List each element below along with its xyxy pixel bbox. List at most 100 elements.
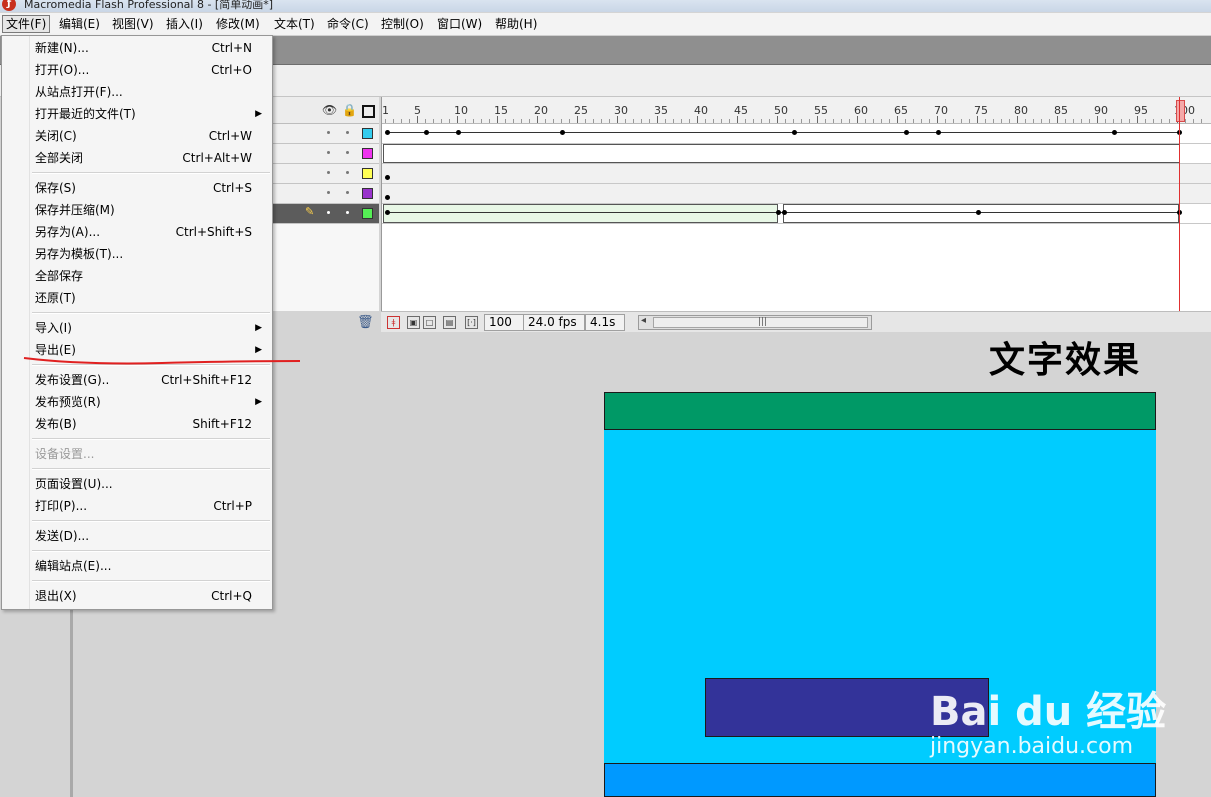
menu-item-exit[interactable]: 退出(X) Ctrl+Q [2, 585, 272, 607]
menu-item-save[interactable]: 保存(S) Ctrl+S [2, 177, 272, 199]
keyframe[interactable] [560, 130, 565, 135]
frame-rate-readout[interactable]: 24.0 fps [523, 314, 585, 331]
trash-icon[interactable]: 🗑 [357, 315, 374, 330]
menu-item-publish[interactable]: 发布(B) Shift+F12 [2, 413, 272, 435]
menu-item-revert[interactable]: 还原(T) [2, 287, 272, 309]
menu-item-publish-settings[interactable]: 发布设置(G).. Ctrl+Shift+F12 [2, 369, 272, 391]
keyframe[interactable] [1112, 130, 1117, 135]
timeline-scrollbar[interactable]: ◂ ||| [638, 315, 872, 330]
lock-dot[interactable] [346, 151, 349, 154]
lock-dot[interactable] [346, 191, 349, 194]
eye-icon[interactable]: 👁 [322, 103, 337, 117]
keyframe[interactable] [782, 210, 787, 215]
keyframe[interactable] [424, 130, 429, 135]
layer-color-swatch[interactable] [362, 148, 373, 159]
keyframe[interactable] [936, 130, 941, 135]
menu-item-close[interactable]: 关闭(C) Ctrl+W [2, 125, 272, 147]
menu-edit[interactable]: 编辑(E) [56, 16, 103, 32]
layer-row-selected[interactable]: ✎ [272, 204, 379, 224]
visibility-dot[interactable] [327, 131, 330, 134]
keyframe[interactable] [385, 175, 390, 180]
layer-color-swatch[interactable] [362, 168, 373, 179]
menu-separator [32, 172, 270, 174]
menu-text[interactable]: 文本(T) [271, 16, 318, 32]
keyframe[interactable] [776, 210, 781, 215]
menu-item-save-as-template[interactable]: 另存为模板(T)... [2, 243, 272, 265]
layer-row[interactable] [272, 144, 379, 164]
keyframe[interactable] [792, 130, 797, 135]
modify-onion-markers-icon[interactable]: [·] [465, 316, 478, 329]
ruler-tick [689, 119, 690, 123]
green-rectangle[interactable] [604, 392, 1156, 430]
menu-commands[interactable]: 命令(C) [324, 16, 372, 32]
keyframe[interactable] [904, 130, 909, 135]
menu-modify[interactable]: 修改(M) [213, 16, 263, 32]
frame-row[interactable] [382, 164, 1211, 184]
onion-skin-outline-icon[interactable]: □ [423, 316, 436, 329]
menu-view[interactable]: 视图(V) [109, 16, 157, 32]
menu-item-shortcut: Ctrl+P [213, 499, 252, 513]
playhead-handle[interactable] [1176, 100, 1185, 122]
menu-item-open-recent[interactable]: 打开最近的文件(T) ▶ [2, 103, 272, 125]
menu-item-open[interactable]: 打开(O)... Ctrl+O [2, 59, 272, 81]
timeline[interactable]: 1510152025303540455055606570758085909510… [381, 97, 1211, 311]
keyframe[interactable] [456, 130, 461, 135]
frame-row[interactable] [382, 204, 1211, 224]
frame-span[interactable] [383, 204, 778, 223]
frame-row[interactable] [382, 124, 1211, 144]
visibility-dot[interactable] [327, 171, 330, 174]
stage-title-text[interactable]: 文字效果 [989, 341, 1141, 381]
layer-row[interactable] [272, 164, 379, 184]
menu-item-publish-preview[interactable]: 发布预览(R) ▶ [2, 391, 272, 413]
visibility-dot[interactable] [327, 151, 330, 154]
menu-insert[interactable]: 插入(I) [163, 16, 206, 32]
frame-row[interactable] [382, 184, 1211, 204]
ruler-tick [881, 119, 882, 123]
menu-item-import[interactable]: 导入(I) ▶ [2, 317, 272, 339]
menu-item-label: 打开最近的文件(T) [35, 107, 136, 121]
lock-dot[interactable] [346, 131, 349, 134]
layer-color-swatch[interactable] [362, 128, 373, 139]
onion-skin-icon[interactable]: ▣ [407, 316, 420, 329]
layer-color-swatch[interactable] [362, 208, 373, 219]
keyframe[interactable] [385, 195, 390, 200]
playhead[interactable] [1179, 97, 1180, 311]
menu-file[interactable]: 文件(F) [2, 15, 51, 33]
menu-window[interactable]: 窗口(W) [434, 16, 485, 32]
keyframe[interactable] [385, 210, 390, 215]
outline-icon[interactable] [362, 105, 375, 118]
menu-control[interactable]: 控制(O) [378, 16, 427, 32]
lock-dot[interactable] [346, 211, 349, 214]
keyframe[interactable] [385, 130, 390, 135]
ruler-tick [849, 119, 850, 123]
menu-item-new[interactable]: 新建(N)... Ctrl+N [2, 37, 272, 59]
visibility-dot[interactable] [327, 191, 330, 194]
edit-multiple-frames-icon[interactable]: ▤ [443, 316, 456, 329]
menu-item-save-all[interactable]: 全部保存 [2, 265, 272, 287]
lock-icon[interactable]: 🔒 [342, 103, 357, 117]
layer-row[interactable] [272, 184, 379, 204]
scroll-left-icon[interactable]: ◂ [641, 315, 646, 326]
frame-span[interactable] [783, 204, 1179, 223]
menu-item-edit-sites[interactable]: 编辑站点(E)... [2, 555, 272, 577]
menu-item-open-from-site[interactable]: 从站点打开(F)... [2, 81, 272, 103]
menu-help[interactable]: 帮助(H) [492, 16, 540, 32]
scrollbar-thumb[interactable]: ||| [653, 317, 868, 328]
visibility-dot[interactable] [327, 211, 330, 214]
menu-item-save-and-compact[interactable]: 保存并压缩(M) [2, 199, 272, 221]
frame-span[interactable] [383, 144, 1180, 163]
frame-ruler[interactable]: 1510152025303540455055606570758085909510… [382, 97, 1211, 124]
lock-dot[interactable] [346, 171, 349, 174]
blue-rectangle[interactable] [604, 763, 1156, 797]
menu-item-save-as[interactable]: 另存为(A)... Ctrl+Shift+S [2, 221, 272, 243]
menu-item-send[interactable]: 发送(D)... [2, 525, 272, 547]
layer-row[interactable] [272, 124, 379, 144]
menu-item-print[interactable]: 打印(P)... Ctrl+P [2, 495, 272, 517]
keyframe[interactable] [976, 210, 981, 215]
center-frame-icon[interactable]: ǂ [387, 316, 400, 329]
menu-item-page-setup[interactable]: 页面设置(U)... [2, 473, 272, 495]
frame-grid[interactable] [382, 124, 1211, 264]
frame-row[interactable] [382, 144, 1211, 164]
menu-item-close-all[interactable]: 全部关闭 Ctrl+Alt+W [2, 147, 272, 169]
layer-color-swatch[interactable] [362, 188, 373, 199]
